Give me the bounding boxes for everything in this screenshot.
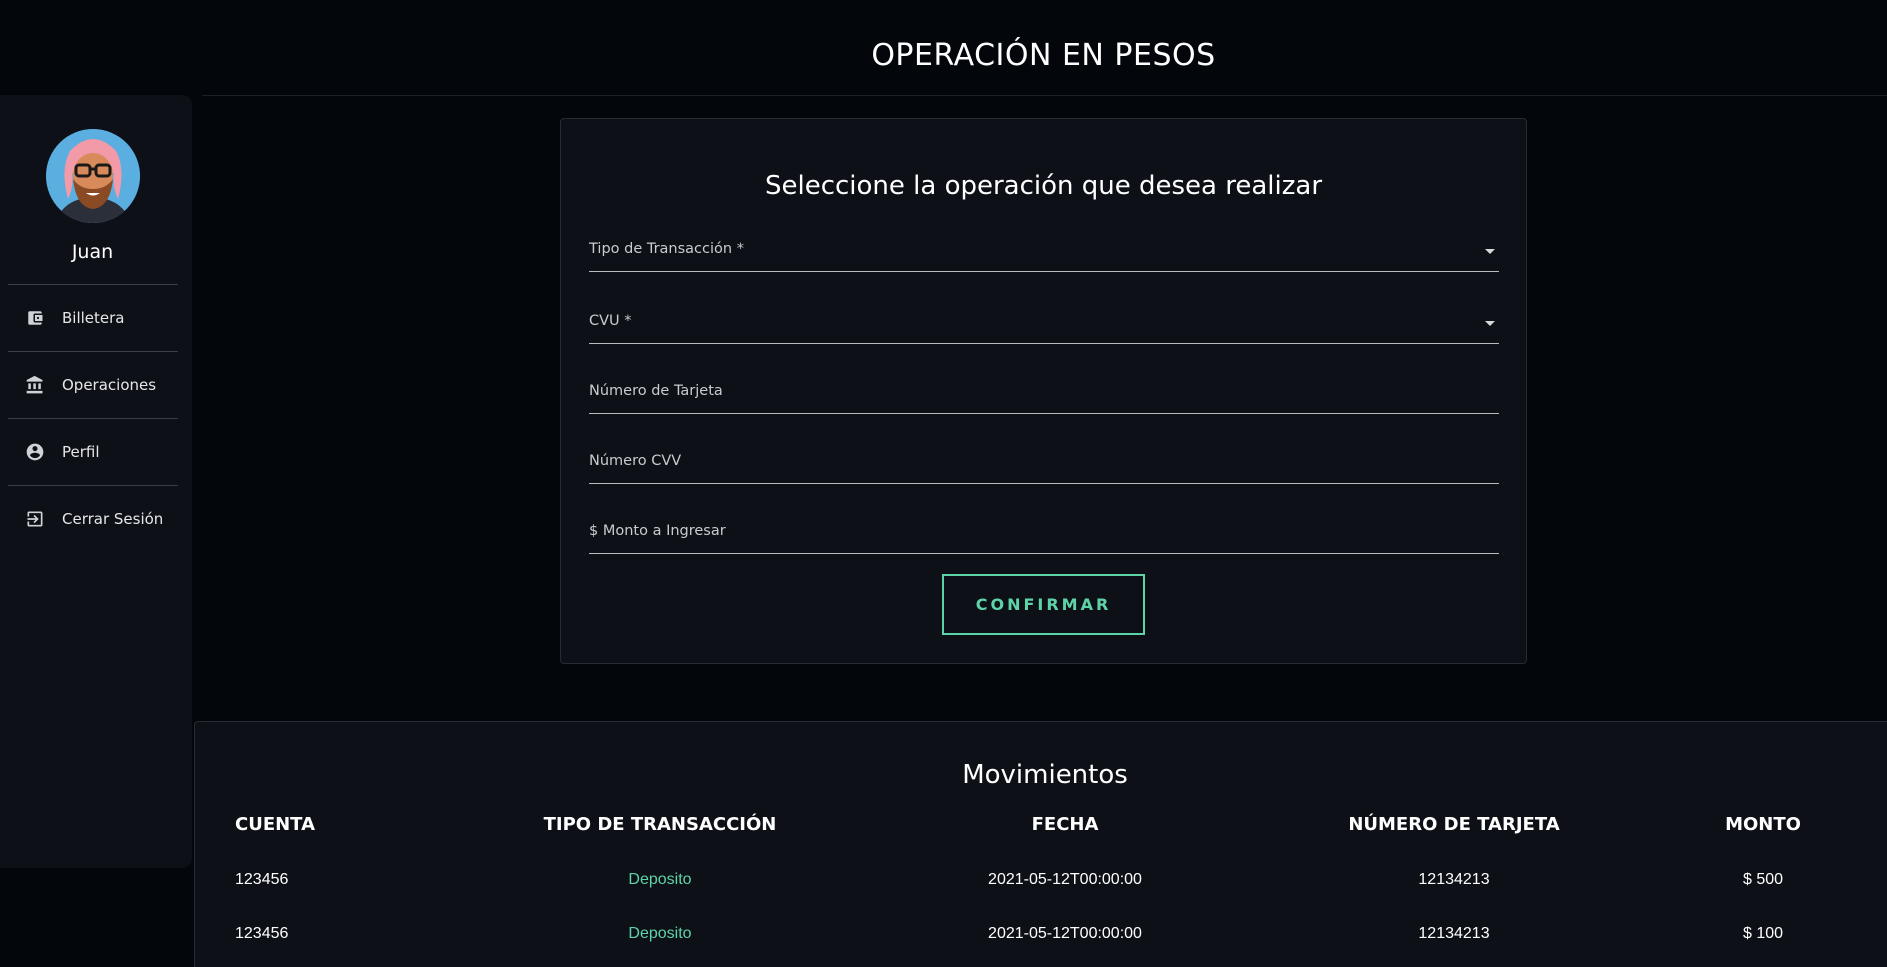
sidebar-item-label: Cerrar Sesión (62, 510, 164, 528)
column-header-cuenta: CUENTA (235, 814, 315, 835)
header-divider (202, 95, 1887, 96)
cvu-select[interactable]: CVU * (589, 309, 1499, 344)
cell-cuenta: 123456 (235, 871, 289, 888)
cell-tarjeta: 12134213 (1418, 925, 1490, 942)
field-label: Número de Tarjeta (589, 383, 723, 399)
card-number-input[interactable]: Número de Tarjeta (589, 379, 1499, 414)
account-circle-icon (24, 441, 46, 463)
wallet-icon (24, 307, 46, 329)
sidebar-item-label: Perfil (62, 443, 100, 461)
dropdown-arrow-icon (1485, 321, 1495, 326)
cell-tipo: Deposito (628, 925, 692, 942)
field-label: CVU * (589, 313, 632, 329)
amount-input[interactable]: $ Monto a Ingresar (589, 519, 1499, 554)
dropdown-arrow-icon (1485, 249, 1495, 254)
cell-monto: $ 100 (1742, 925, 1784, 942)
cell-cuenta: 123456 (235, 925, 289, 942)
cvv-input[interactable]: Número CVV (589, 449, 1499, 484)
column-header-tipo: TIPO DE TRANSACCIÓN (543, 814, 777, 835)
column-header-fecha: FECHA (1031, 814, 1099, 835)
sidebar-item-perfil[interactable]: Perfil (8, 418, 178, 485)
column-header-monto: MONTO (1725, 814, 1801, 835)
sidebar: Juan Billetera Operaciones Perfil Cerrar… (0, 95, 192, 868)
transaction-type-select[interactable]: Tipo de Transacción * (589, 237, 1499, 272)
sidebar-item-billetera[interactable]: Billetera (8, 284, 178, 351)
field-label: Tipo de Transacción * (589, 241, 744, 257)
page-title: OPERACIÓN EN PESOS (871, 38, 1216, 73)
sidebar-item-cerrar-sesion[interactable]: Cerrar Sesión (8, 485, 178, 552)
movements-title: Movimientos (962, 760, 1128, 790)
operation-form-card: Seleccione la operación que desea realiz… (560, 118, 1527, 664)
user-name: Juan (71, 241, 114, 263)
confirm-button[interactable]: CONFIRMAR (942, 574, 1145, 635)
sidebar-item-operaciones[interactable]: Operaciones (8, 351, 178, 418)
cell-tarjeta: 12134213 (1418, 871, 1490, 888)
movements-panel: Movimientos CUENTA TIPO DE TRANSACCIÓN F… (194, 721, 1887, 967)
cell-fecha: 2021-05-12T00:00:00 (988, 925, 1142, 942)
sidebar-item-label: Operaciones (62, 376, 157, 394)
column-header-tarjeta: NÚMERO DE TARJETA (1348, 814, 1560, 835)
field-label: Número CVV (589, 453, 682, 469)
logout-icon (24, 508, 46, 530)
cell-tipo: Deposito (628, 871, 692, 888)
form-title: Seleccione la operación que desea realiz… (764, 171, 1323, 201)
bank-icon (24, 374, 46, 396)
cell-monto: $ 500 (1742, 871, 1784, 888)
avatar[interactable] (46, 129, 140, 223)
sidebar-item-label: Billetera (62, 309, 125, 327)
field-label: $ Monto a Ingresar (589, 523, 726, 539)
cell-fecha: 2021-05-12T00:00:00 (988, 871, 1142, 888)
